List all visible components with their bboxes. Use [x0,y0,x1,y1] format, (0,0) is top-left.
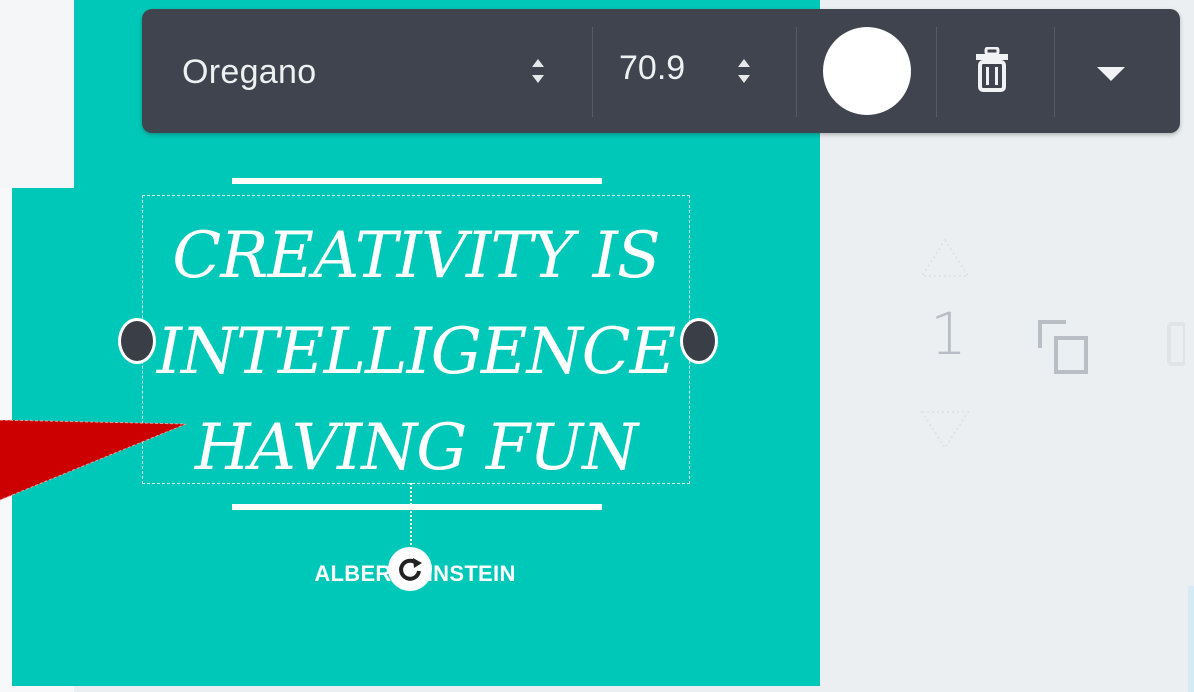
font-stepper-icon[interactable] [530,57,546,87]
delete-page-icon[interactable] [1163,322,1185,366]
page-number: 1 [930,300,967,368]
quote-line-3: HAVING FUN [194,411,638,485]
font-family-select[interactable]: Oregano [182,53,316,92]
toolbar-divider [1054,27,1055,117]
rotation-guide-line [410,483,412,545]
quote-text[interactable]: CREATIVITY IS INTELLIGENCE HAVING FUN [142,208,690,496]
size-stepper-icon[interactable] [736,57,752,87]
top-rule [232,178,602,184]
toolbar-divider [592,27,593,117]
resize-handle-right[interactable] [680,318,718,364]
scroll-strip [1188,586,1194,692]
red-arrow-annotation [0,420,187,501]
text-color-swatch[interactable] [823,27,911,115]
quote-line-1: CREATIVITY IS [172,219,660,293]
caret-down-icon[interactable] [1097,67,1125,81]
rotate-handle-icon[interactable] [388,547,432,591]
copy-page-icon[interactable] [1036,318,1094,376]
page-up-icon[interactable] [918,238,972,278]
page-down-icon[interactable] [918,410,972,450]
toolbar-divider [796,27,797,117]
toolbar-divider [936,27,937,117]
panel-overlap [0,0,74,188]
trash-icon[interactable] [974,47,1010,93]
bottom-rule [232,504,602,510]
text-toolbar: Oregano 70.9 [142,9,1180,133]
quote-line-2: INTELLIGENCE [156,315,677,389]
font-size-input[interactable]: 70.9 [619,49,685,88]
resize-handle-left[interactable] [118,318,156,364]
